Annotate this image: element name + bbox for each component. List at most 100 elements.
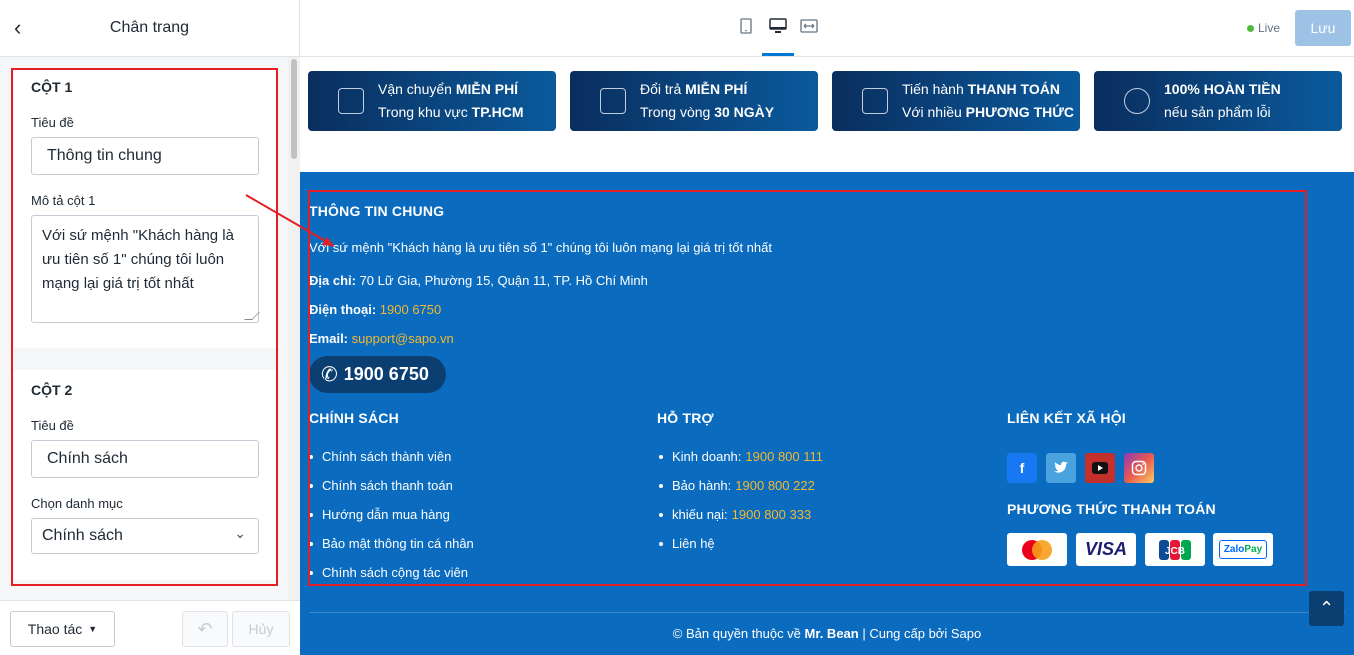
svg-text:JCB: JCB xyxy=(1165,546,1185,557)
desktop-view-icon[interactable] xyxy=(768,18,788,38)
phone-line: Điện thoại: 1900 6750 xyxy=(309,302,441,317)
info-description: Với sứ mệnh "Khách hàng là ưu tiên số 1"… xyxy=(309,240,772,255)
address-value: 70 Lữ Gia, Phường 15, Quận 11, TP. Hồ Ch… xyxy=(355,273,648,288)
support-contact-link[interactable]: Liên hệ xyxy=(659,536,715,551)
resize-handle-icon[interactable] xyxy=(244,312,260,320)
scrollbar-thumb[interactable] xyxy=(291,59,297,159)
chevron-down-icon: ⌄ xyxy=(234,525,246,541)
credit-card-icon xyxy=(862,88,888,114)
feature-text: Vận chuyển xyxy=(378,81,456,97)
payment-heading: PHƯƠNG THỨC THANH TOÁN xyxy=(1007,501,1216,517)
column-2-card: CỘT 2 Tiêu đề Chính sách Chọn danh mục C… xyxy=(14,370,276,580)
mastercard-logo xyxy=(1007,533,1067,566)
support-heading: HỖ TRỢ xyxy=(657,410,714,426)
caret-down-icon: ▼ xyxy=(88,624,98,634)
cancel-button[interactable]: Hủy xyxy=(232,611,290,647)
footer-divider xyxy=(309,612,1345,613)
policy-link[interactable]: Chính sách cộng tác viên xyxy=(309,565,468,580)
phone-icon: ✆ xyxy=(321,364,338,386)
feature-shipping: Vận chuyển MIỄN PHÍ Trong khu vực TP.HCM xyxy=(308,71,556,131)
support-item: Bảo hành: 1900 800 222 xyxy=(659,478,815,493)
social-heading: LIÊN KẾT XÃ HỘI xyxy=(1007,410,1126,426)
column-2-menu-select[interactable]: Chính sách ⌄ xyxy=(31,518,259,554)
policy-link[interactable]: Chính sách thanh toán xyxy=(309,478,453,493)
theme-preview: Vận chuyển MIỄN PHÍ Trong khu vực TP.HCM… xyxy=(300,57,1354,655)
refund-coin-icon xyxy=(1124,88,1150,114)
sidebar-scroll-area: CỘT 1 Tiêu đề Thông tin chung Mô tả cột … xyxy=(0,57,300,600)
phone-link[interactable]: 1900 6750 xyxy=(380,302,441,317)
undo-button[interactable]: ↶ xyxy=(182,611,228,647)
feature-refund: 100% HOÀN TIỀN nếu sản phẩm lỗi xyxy=(1094,71,1342,131)
feature-text: Trong khu vực xyxy=(378,104,472,120)
actions-dropdown-button[interactable]: Thao tác ▼ xyxy=(10,611,115,647)
mobile-view-icon[interactable] xyxy=(736,18,756,38)
live-status: Live xyxy=(1247,21,1280,35)
back-arrow-icon[interactable]: ‹ xyxy=(14,17,34,39)
feature-highlight: TP.HCM xyxy=(471,104,524,120)
active-view-indicator xyxy=(762,53,794,56)
email-link[interactable]: support@sapo.vn xyxy=(352,331,454,346)
scroll-to-top-button[interactable]: ⌃ xyxy=(1309,591,1344,626)
copyright-suffix: | Cung cấp bởi Sapo xyxy=(858,626,982,641)
feature-text: Trong vòng xyxy=(640,104,715,120)
zalopay-logo: ZaloPay xyxy=(1213,533,1273,566)
support-phone-link[interactable]: 1900 800 111 xyxy=(745,449,823,464)
policy-link[interactable]: Chính sách thành viên xyxy=(309,449,451,464)
email-label: Email: xyxy=(309,331,349,346)
package-icon xyxy=(600,88,626,114)
feature-highlight: MIỄN PHÍ xyxy=(685,81,748,97)
feature-text: Đổi trả xyxy=(640,81,686,97)
undo-icon: ↶ xyxy=(197,618,213,639)
sidebar-header: ‹ Chân trang xyxy=(0,0,299,57)
jcb-logo: JCB xyxy=(1145,533,1205,566)
email-line: Email: support@sapo.vn xyxy=(309,331,454,346)
feature-payment: Tiến hành THANH TOÁN Với nhiều PHƯƠNG TH… xyxy=(832,71,1080,131)
column-1-title-label: Tiêu đề xyxy=(31,115,74,130)
column-2-title-input[interactable]: Chính sách xyxy=(31,440,259,478)
save-button[interactable]: Lưu xyxy=(1295,10,1351,46)
support-item: khiếu nại: 1900 800 333 xyxy=(659,507,811,522)
copyright-text: © Bản quyền thuộc về Mr. Bean | Cung cấp… xyxy=(300,626,1354,641)
live-label: Live xyxy=(1258,21,1281,35)
column-1-card: CỘT 1 Tiêu đề Thông tin chung Mô tả cột … xyxy=(14,69,276,348)
column-1-title-input[interactable]: Thông tin chung xyxy=(31,137,259,175)
hotline-number: 1900 6750 xyxy=(343,364,429,384)
support-label: khiếu nại: xyxy=(672,507,728,522)
actions-label: Thao tác xyxy=(27,621,83,637)
support-label: Kinh doanh: xyxy=(672,449,742,464)
column-2-heading: CỘT 2 xyxy=(31,382,73,398)
instagram-icon[interactable] xyxy=(1124,453,1154,483)
shipping-box-icon xyxy=(338,88,364,114)
facebook-icon[interactable]: f xyxy=(1007,453,1037,483)
live-dot-icon xyxy=(1247,24,1254,32)
support-label: Bảo hành: xyxy=(672,478,732,493)
feature-text: nếu sản phẩm lỗi xyxy=(1164,104,1271,120)
feature-text: Tiến hành xyxy=(902,81,968,97)
feature-highlight: 30 NGÀY xyxy=(714,104,775,120)
address-label: Địa chỉ: xyxy=(309,273,356,288)
youtube-icon[interactable] xyxy=(1085,453,1115,483)
policy-link[interactable]: Bảo mật thông tin cá nhân xyxy=(309,536,474,551)
column-2-menu-label: Chọn danh mục xyxy=(31,496,123,511)
support-phone-link[interactable]: 1900 800 333 xyxy=(732,507,812,522)
column-1-heading: CỘT 1 xyxy=(31,79,73,95)
feature-return: Đổi trả MIỄN PHÍ Trong vòng 30 NGÀY xyxy=(570,71,818,131)
address-line: Địa chỉ: 70 Lữ Gia, Phường 15, Quận 11, … xyxy=(309,273,648,288)
feature-highlight: PHƯƠNG THỨC xyxy=(965,104,1074,120)
copyright-prefix: © Bản quyền thuộc về xyxy=(672,626,805,641)
column-1-desc-textarea[interactable]: Với sứ mệnh "Khách hàng là ưu tiên số 1"… xyxy=(31,215,260,323)
column-2-menu-value: Chính sách xyxy=(42,527,123,544)
fullwidth-view-icon[interactable] xyxy=(799,18,819,38)
feature-text: Với nhiều xyxy=(902,104,966,120)
feature-highlight: MIỄN PHÍ xyxy=(455,81,519,97)
twitter-icon[interactable] xyxy=(1046,453,1076,483)
preview-toolbar: Live Lưu xyxy=(300,0,1354,57)
support-phone-link[interactable]: 1900 800 222 xyxy=(735,478,815,493)
info-heading: THÔNG TIN CHUNG xyxy=(309,203,445,219)
hotline-button[interactable]: ✆ 1900 6750 xyxy=(309,356,446,393)
sidebar-scrollbar[interactable] xyxy=(288,57,300,600)
policy-link[interactable]: Hướng dẫn mua hàng xyxy=(309,507,450,522)
feature-highlight: 100% HOÀN TIỀN xyxy=(1164,81,1281,97)
chevron-up-icon: ⌃ xyxy=(1318,598,1335,618)
column-1-desc-label: Mô tả cột 1 xyxy=(31,193,96,208)
